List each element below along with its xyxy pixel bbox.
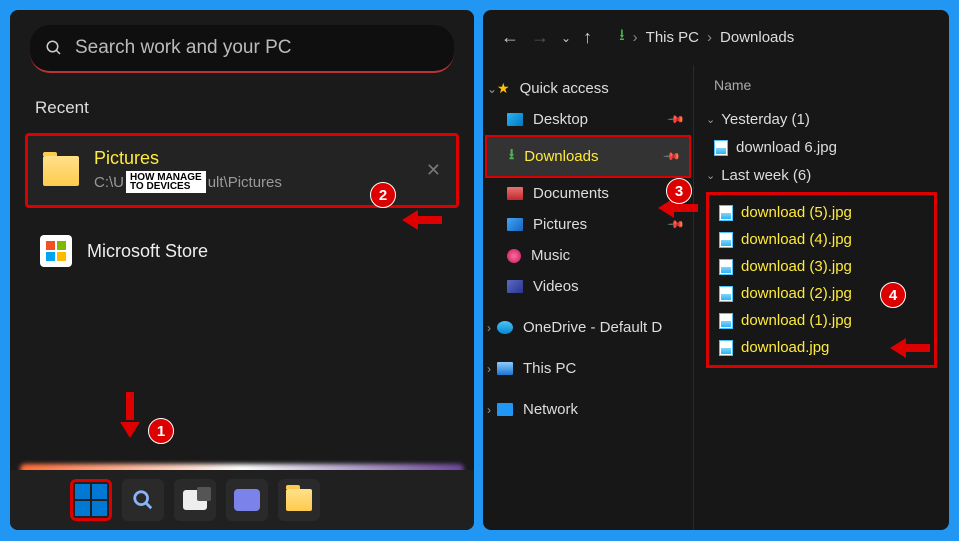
chevron-down-icon: ⌄ bbox=[706, 169, 715, 182]
file-name: download.jpg bbox=[741, 339, 829, 356]
group-label: Yesterday (1) bbox=[721, 111, 810, 128]
network-icon bbox=[497, 403, 513, 416]
chevron-right-icon: › bbox=[487, 403, 491, 417]
file-name: download (5).jpg bbox=[741, 204, 852, 221]
file-explorer-panel: ← → ⌄ ↑ ⭳ › This PC › Downloads ⌄ ★ Quic… bbox=[483, 10, 949, 530]
image-file-icon bbox=[719, 232, 733, 248]
nav-music[interactable]: Music bbox=[483, 240, 693, 271]
nav-thispc[interactable]: › This PC bbox=[483, 353, 693, 384]
recent-heading: Recent bbox=[35, 98, 449, 118]
file-name: download 6.jpg bbox=[736, 139, 837, 156]
search-placeholder: Search work and your PC bbox=[75, 37, 292, 59]
recent-text: Pictures C:\U HOW MANAGE TO DEVICES ult\… bbox=[94, 148, 282, 193]
explorer-body: ⌄ ★ Quick access Desktop 📌 ⭳ Downloads 📌… bbox=[483, 65, 949, 530]
nav-up-icon[interactable]: ↑ bbox=[583, 27, 592, 48]
search-box[interactable]: Search work and your PC bbox=[30, 25, 454, 73]
videos-icon bbox=[507, 280, 523, 293]
nav-back-icon[interactable]: ← bbox=[501, 27, 519, 48]
nav-quick-access[interactable]: ⌄ ★ Quick access bbox=[483, 73, 693, 104]
file-name: download (1).jpg bbox=[741, 312, 852, 329]
group-header[interactable]: ⌄ Last week (6) bbox=[706, 161, 937, 190]
file-row[interactable]: download (4).jpg bbox=[711, 226, 932, 253]
file-name: download (4).jpg bbox=[741, 231, 852, 248]
chevron-down-icon: ⌄ bbox=[706, 113, 715, 126]
file-list-pane: Name ⌄ Yesterday (1) download 6.jpg ⌄ Last w… bbox=[693, 65, 949, 530]
chevron-right-icon: › bbox=[487, 362, 491, 376]
task-view-icon bbox=[183, 490, 207, 510]
nav-downloads[interactable]: ⭳ Downloads 📌 bbox=[485, 135, 691, 178]
annotation-badge-4: 4 bbox=[880, 282, 906, 308]
image-file-icon bbox=[719, 340, 733, 356]
microsoft-store-icon bbox=[40, 235, 72, 267]
recent-path: C:\U HOW MANAGE TO DEVICES ult\Pictures bbox=[94, 171, 282, 193]
taskbar bbox=[10, 470, 474, 530]
group-header[interactable]: ⌄ Yesterday (1) bbox=[706, 105, 937, 134]
taskbar-search-button[interactable] bbox=[122, 479, 164, 521]
task-view-button[interactable] bbox=[174, 479, 216, 521]
pc-icon bbox=[497, 362, 513, 375]
nav-forward-icon[interactable]: → bbox=[531, 27, 549, 48]
close-icon[interactable]: ✕ bbox=[426, 160, 441, 181]
image-file-icon bbox=[719, 286, 733, 302]
music-icon bbox=[507, 249, 521, 263]
annotation-arrow-down bbox=[120, 422, 140, 448]
file-row[interactable]: download (3).jpg bbox=[711, 253, 932, 280]
cloud-icon bbox=[497, 321, 513, 334]
breadcrumb-downloads[interactable]: Downloads bbox=[720, 29, 794, 46]
column-header-name[interactable]: Name bbox=[706, 73, 937, 105]
explorer-toolbar: ← → ⌄ ↑ ⭳ › This PC › Downloads bbox=[483, 10, 949, 65]
start-menu-panel: Search work and your PC Recent Pictures … bbox=[10, 10, 474, 530]
image-file-icon bbox=[719, 313, 733, 329]
annotation-badge-1: 1 bbox=[148, 418, 174, 444]
file-name: download (3).jpg bbox=[741, 258, 852, 275]
annotation-badge-3: 3 bbox=[666, 178, 692, 204]
chevron-down-icon[interactable]: ⌄ bbox=[561, 31, 571, 45]
breadcrumb[interactable]: ⭳ › This PC › Downloads bbox=[619, 24, 794, 51]
chat-button[interactable] bbox=[226, 479, 268, 521]
recent-item-store[interactable]: Microsoft Store bbox=[25, 223, 459, 279]
pictures-icon bbox=[507, 218, 523, 231]
file-row[interactable]: download (1).jpg bbox=[711, 307, 932, 334]
group-label: Last week (6) bbox=[721, 167, 811, 184]
chevron-right-icon: › bbox=[633, 29, 638, 46]
start-button[interactable] bbox=[70, 479, 112, 521]
watermark-logo: HOW MANAGE TO DEVICES bbox=[126, 171, 206, 193]
annotation-badge-2: 2 bbox=[370, 182, 396, 208]
windows-logo-icon bbox=[75, 484, 107, 516]
breadcrumb-thispc[interactable]: This PC bbox=[646, 29, 699, 46]
recent-title: Pictures bbox=[94, 148, 282, 169]
desktop-icon bbox=[507, 113, 523, 126]
annotation-arrow-left bbox=[880, 338, 906, 358]
image-file-icon bbox=[719, 205, 733, 221]
image-file-icon bbox=[714, 140, 728, 156]
search-icon bbox=[132, 489, 154, 511]
file-explorer-button[interactable] bbox=[278, 479, 320, 521]
file-row[interactable]: download 6.jpg bbox=[706, 134, 937, 161]
chevron-right-icon: › bbox=[707, 29, 712, 46]
nav-network[interactable]: › Network bbox=[483, 394, 693, 425]
image-file-icon bbox=[719, 259, 733, 275]
nav-videos[interactable]: Videos bbox=[483, 271, 693, 302]
download-arrow-icon: ⭳ bbox=[619, 24, 625, 51]
nav-desktop[interactable]: Desktop 📌 bbox=[483, 104, 693, 135]
chat-icon bbox=[234, 489, 260, 511]
file-name: download (2).jpg bbox=[741, 285, 852, 302]
chevron-right-icon: › bbox=[487, 321, 491, 335]
folder-icon bbox=[43, 156, 79, 186]
taskbar-area bbox=[10, 450, 474, 530]
chevron-down-icon: ⌄ bbox=[487, 82, 497, 96]
file-row[interactable]: download (5).jpg bbox=[711, 199, 932, 226]
download-arrow-icon: ⭳ bbox=[509, 144, 514, 169]
store-label: Microsoft Store bbox=[87, 241, 208, 262]
file-group: download 6.jpg bbox=[706, 134, 937, 161]
documents-icon bbox=[507, 187, 523, 200]
star-icon: ★ bbox=[497, 80, 510, 97]
search-icon bbox=[45, 39, 63, 57]
nav-onedrive[interactable]: › OneDrive - Default D bbox=[483, 312, 693, 343]
folder-icon bbox=[286, 489, 312, 511]
navigation-pane: ⌄ ★ Quick access Desktop 📌 ⭳ Downloads 📌… bbox=[483, 65, 693, 530]
annotation-arrow-left bbox=[392, 210, 418, 230]
